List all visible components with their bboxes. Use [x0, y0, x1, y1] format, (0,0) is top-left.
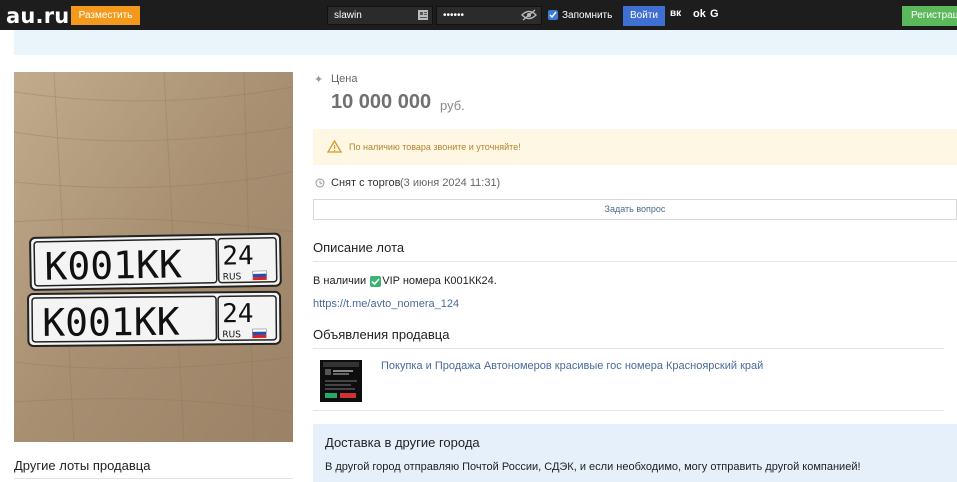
contact-card-icon — [418, 10, 428, 20]
login-button[interactable]: Войти — [623, 6, 665, 26]
svg-text:24: 24 — [222, 299, 254, 329]
price-value: 10 000 000 — [331, 91, 432, 113]
description-text-end: VIP номера К001КК24. — [382, 275, 497, 287]
checkmark-icon — [549, 11, 557, 19]
info-strip — [14, 30, 957, 55]
notice-text: По наличию товара звоните и уточняйте! — [349, 142, 521, 152]
seller-listing-thumbnail[interactable] — [320, 360, 362, 402]
clock-icon — [315, 178, 325, 188]
seller-listing-link[interactable]: Покупка и Продажа Автономеров красивые г… — [381, 360, 763, 372]
lot-status: Снят с торгов — [331, 177, 401, 189]
seller-ads-title: Объявления продавца — [313, 327, 450, 342]
top-bar: au.ru Разместить slawin •••••• Запомнить… — [0, 0, 957, 30]
divider — [313, 348, 944, 349]
post-ad-button[interactable]: Разместить — [71, 6, 140, 25]
availability-notice: По наличию товара звоните и уточняйте! — [313, 129, 957, 165]
register-button[interactable]: Регистрация — [902, 6, 957, 26]
price-currency: руб. — [440, 98, 465, 113]
check-mark-emoji-icon — [370, 275, 382, 287]
svg-text:К001КК: К001КК — [42, 300, 180, 345]
license-plates-image: К001КК 24 RUS К001КК 24 RUS — [14, 72, 293, 442]
pin-icon: ✦ — [314, 74, 324, 86]
telegram-link[interactable]: https://t.me/avto_nomera_124 — [313, 298, 459, 310]
divider — [313, 410, 944, 411]
svg-text:24: 24 — [222, 241, 254, 272]
divider — [14, 478, 293, 479]
delivery-box: Доставка в другие города В другой город … — [313, 424, 957, 482]
ask-question-button[interactable]: Задать вопрос — [313, 199, 957, 220]
delivery-text: В другой город отправляю Почтой России, … — [325, 461, 861, 473]
lot-status-date: (3 июня 2024 11:31) — [400, 177, 501, 189]
description-text: В наличии VIP номера К001КК24. — [313, 275, 497, 287]
other-lots-title: Другие лоты продавца — [14, 458, 151, 473]
divider — [313, 261, 957, 262]
price-label: Цена — [331, 73, 358, 85]
description-text-start: В наличии — [313, 275, 367, 287]
description-title: Описание лота — [313, 240, 405, 255]
plate-number-text: К001КК — [44, 242, 182, 288]
google-login-icon[interactable]: G — [710, 8, 719, 20]
remember-checkbox[interactable] — [548, 10, 558, 20]
warning-icon — [327, 140, 342, 153]
lot-photo[interactable]: К001КК 24 RUS К001КК 24 RUS — [14, 72, 293, 442]
delivery-title: Доставка в другие города — [325, 435, 480, 450]
hide-password-icon[interactable] — [521, 9, 537, 21]
remember-label[interactable]: Запомнить — [562, 10, 612, 21]
svg-text:RUS: RUS — [223, 272, 242, 282]
vk-login-icon[interactable]: вк — [670, 8, 681, 19]
site-logo[interactable]: au.ru — [6, 4, 69, 28]
odnoklassniki-login-icon[interactable]: ok — [693, 8, 706, 20]
svg-text:RUS: RUS — [222, 330, 241, 340]
